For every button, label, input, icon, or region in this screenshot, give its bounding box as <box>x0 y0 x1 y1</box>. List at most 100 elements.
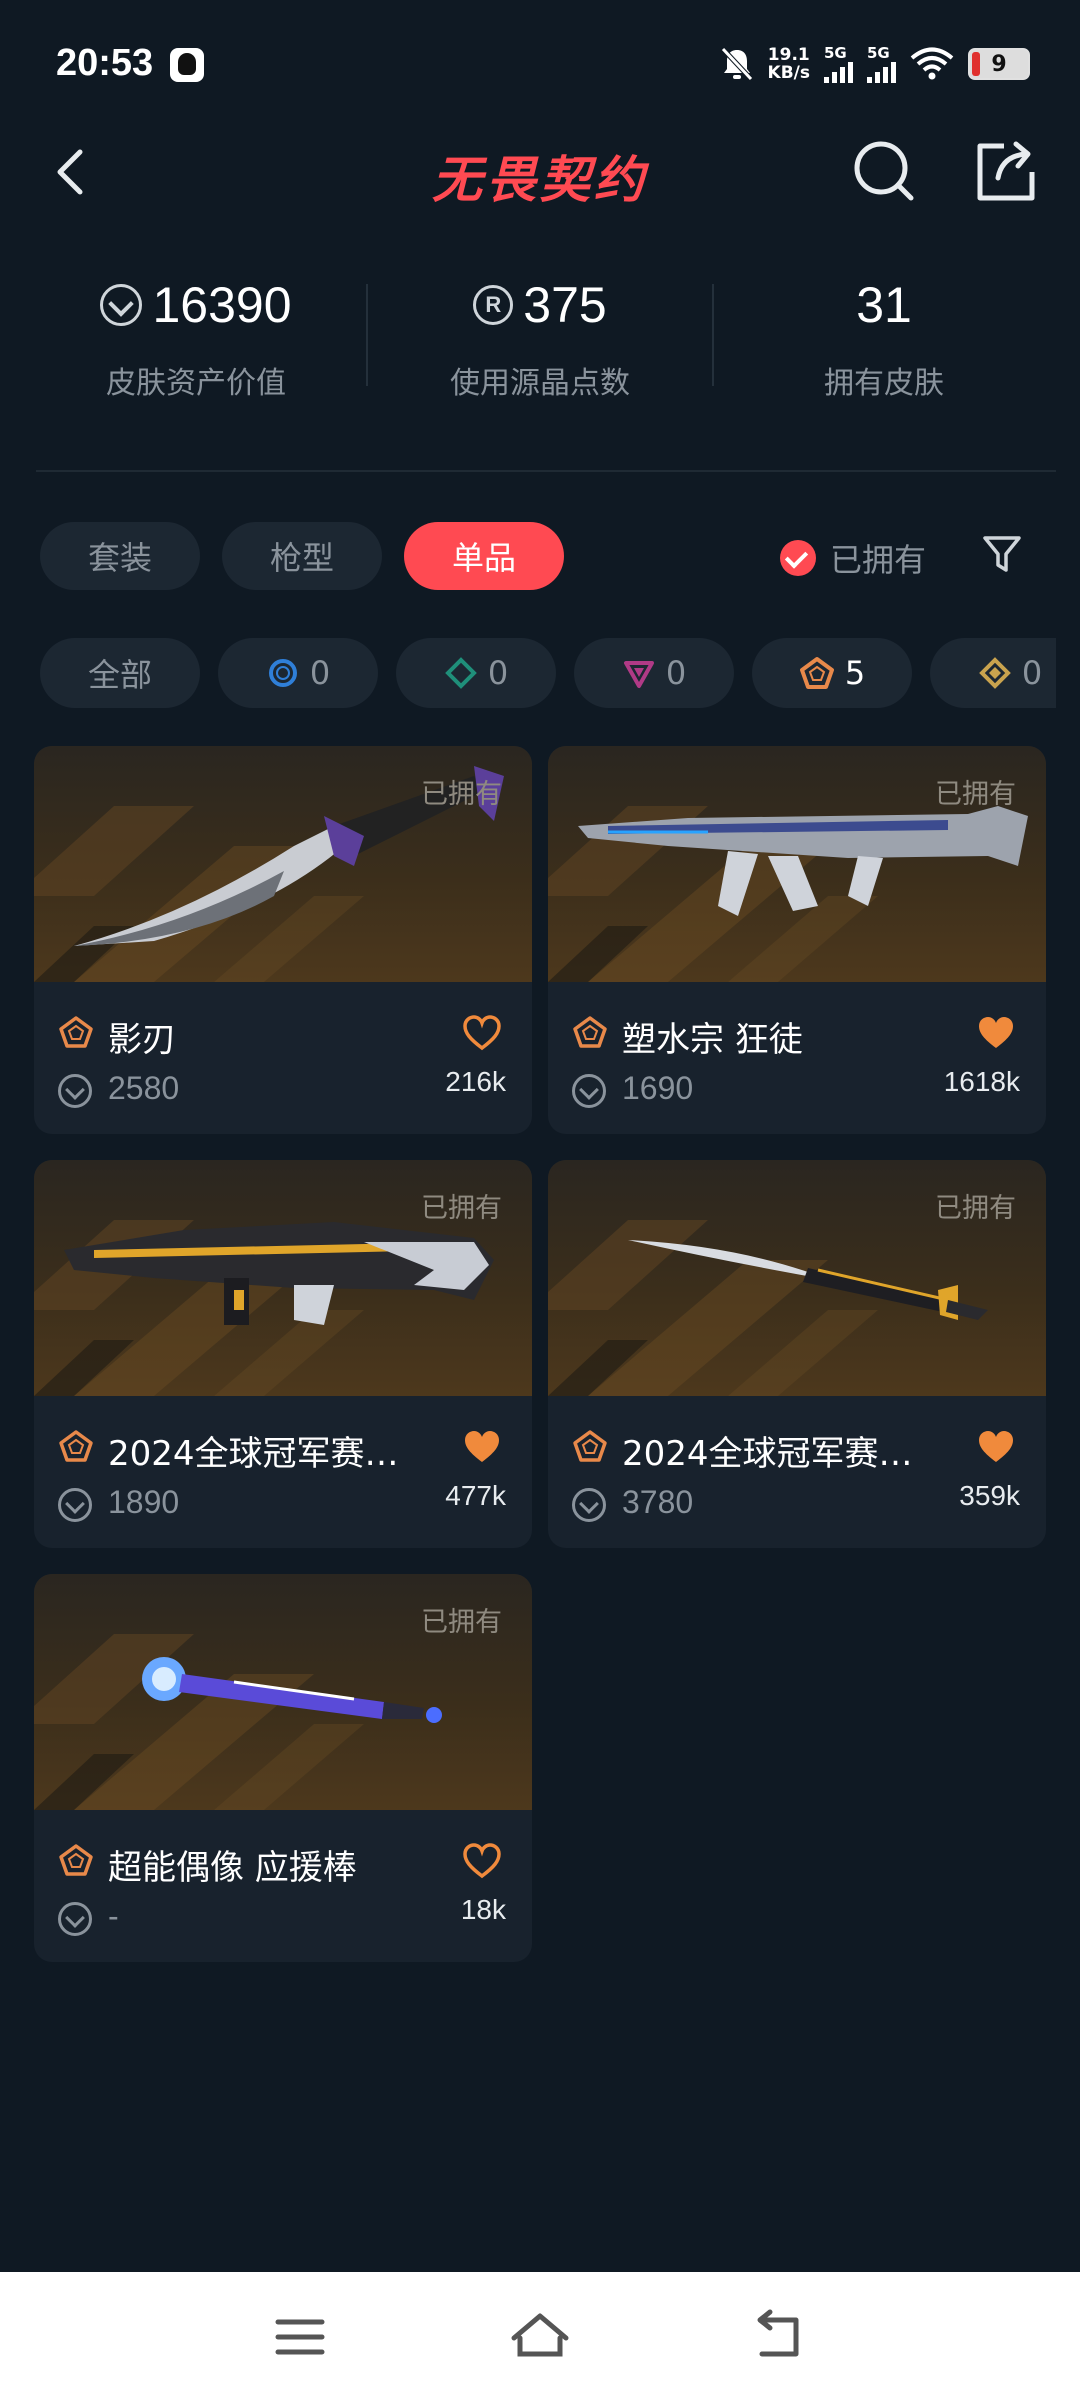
heart-outline-icon[interactable] <box>462 1014 502 1052</box>
heart-filled-icon[interactable] <box>976 1014 1016 1052</box>
chip-exclusive-tier[interactable]: 5 <box>752 638 912 708</box>
heart-filled-icon[interactable] <box>976 1428 1016 1466</box>
deluxe-tier-icon <box>444 657 477 689</box>
share-icon[interactable] <box>968 132 1044 208</box>
chip-premium-tier[interactable]: 0 <box>574 638 734 708</box>
stat-label: 皮肤资产价值 <box>106 366 286 401</box>
chip-count: 0 <box>309 654 331 692</box>
skin-name: 塑水宗 狂徒 <box>622 1020 803 1060</box>
stat-value: 31 <box>856 277 912 333</box>
skin-name: 超能偶像 应援棒 <box>108 1848 357 1888</box>
like-count: 18k <box>460 1894 506 1925</box>
system-nav-bar <box>0 2272 1080 2400</box>
vp-coin-icon <box>572 1074 606 1108</box>
skin-price: - <box>108 1898 119 1934</box>
tab-single-items[interactable]: 单品 <box>404 522 564 590</box>
section-divider <box>36 470 1056 472</box>
stat-owned-skins-row: 31 <box>714 270 1054 340</box>
like-count: 359k <box>959 1480 1020 1511</box>
exclusive-tier-icon <box>573 1430 607 1462</box>
battery-icon: 9 <box>968 48 1030 80</box>
owned-label: 已拥有 <box>935 1193 1016 1224</box>
skin-info: 塑水宗 狂徒 1690 1618k <box>548 982 1046 1134</box>
stat-label: 使用源晶点数 <box>450 366 630 401</box>
skin-name: 2024全球冠军赛… <box>622 1434 913 1474</box>
heart-filled-icon[interactable] <box>462 1428 502 1466</box>
owned-label: 已拥有 <box>421 1193 502 1224</box>
owned-label: 已拥有 <box>421 779 502 810</box>
chip-count: 0 <box>1021 654 1043 692</box>
sim1-label: 5G <box>824 44 847 62</box>
skin-info: 2024全球冠军赛… 1890 477k <box>34 1396 532 1548</box>
like-count: 216k <box>445 1066 506 1097</box>
signal-sim1: 5G <box>824 45 853 83</box>
skin-info: 超能偶像 应援棒 - 18k <box>34 1810 532 1962</box>
signal-bars-icon <box>824 61 853 83</box>
back-nav-icon[interactable] <box>740 2302 820 2372</box>
status-time: 20:53 <box>56 42 154 84</box>
stat-radianite: R 375 使用源晶点数 <box>370 270 710 402</box>
skin-price: 1890 <box>108 1484 180 1520</box>
menu-icon[interactable] <box>260 2302 340 2372</box>
wifi-icon <box>910 47 954 80</box>
skin-image: 已拥有 <box>34 1160 532 1396</box>
category-tabs: 套装 枪型 单品 <box>40 522 564 590</box>
skin-card[interactable]: 已拥有 2024全球冠军赛… 1890 477k <box>34 1160 532 1548</box>
vp-coin-icon <box>58 1488 92 1522</box>
skin-name: 2024全球冠军赛… <box>108 1434 399 1474</box>
chip-ultra-tier[interactable]: 0 <box>930 638 1056 708</box>
skin-image: 已拥有 <box>548 1160 1046 1396</box>
skin-card[interactable]: 已拥有 影刃 2580 216k <box>34 746 532 1134</box>
stat-skin-value-row: 16390 <box>26 270 366 340</box>
signal-sim2: 5G <box>867 45 896 83</box>
skin-image: 已拥有 <box>34 746 532 982</box>
like-count: 477k <box>445 1480 506 1511</box>
like-count: 1618k <box>943 1066 1020 1097</box>
home-icon[interactable] <box>500 2302 580 2372</box>
skin-price: 3780 <box>622 1484 694 1520</box>
vp-coin-icon <box>100 284 143 326</box>
owned-filter-label: 已拥有 <box>830 541 927 579</box>
vp-coin-icon <box>58 1074 92 1108</box>
skin-info: 影刃 2580 216k <box>34 982 532 1134</box>
skin-image: 已拥有 <box>548 746 1046 982</box>
skin-card[interactable]: 已拥有 2024全球冠军赛… 3780 359k <box>548 1160 1046 1548</box>
tab-weapon-type[interactable]: 枪型 <box>222 522 382 590</box>
app-header: 无畏契约 <box>0 120 1080 220</box>
stat-skin-value: 16390 皮肤资产价值 <box>26 270 366 402</box>
status-bar: 20:53 19.1 KB/s 5G 5G 9 <box>0 0 1080 130</box>
battery-level: 9 <box>991 51 1007 77</box>
stat-label: 拥有皮肤 <box>824 366 944 401</box>
qq-notification-icon <box>170 48 204 82</box>
skin-info: 2024全球冠军赛… 3780 359k <box>548 1396 1046 1548</box>
tab-bundles[interactable]: 套装 <box>40 522 200 590</box>
radianite-icon: R <box>473 285 514 325</box>
stat-owned-skins: 31 拥有皮肤 <box>714 270 1054 402</box>
skin-price: 1690 <box>622 1070 694 1106</box>
skin-price: 2580 <box>108 1070 180 1106</box>
skin-card[interactable]: 已拥有 塑水宗 狂徒 1690 1618k <box>548 746 1046 1134</box>
exclusive-tier-icon <box>59 1016 93 1048</box>
chip-select-tier[interactable]: 0 <box>218 638 378 708</box>
exclusive-tier-icon <box>59 1430 93 1462</box>
skin-card[interactable]: 已拥有 超能偶像 应援棒 - 18k <box>34 1574 532 1962</box>
divider <box>366 284 368 386</box>
checkmark-icon <box>780 540 816 576</box>
sim2-label: 5G <box>867 44 890 62</box>
status-icons: 19.1 KB/s 5G 5G 9 <box>720 42 1030 86</box>
chip-all[interactable]: 全部 <box>40 638 200 708</box>
heart-outline-icon[interactable] <box>462 1842 502 1880</box>
search-icon[interactable] <box>845 132 921 208</box>
chip-count: 5 <box>844 654 866 692</box>
owned-filter-toggle[interactable]: 已拥有 <box>780 535 926 581</box>
owned-label: 已拥有 <box>935 779 1016 810</box>
network-speed-value: 19.1 <box>767 45 810 65</box>
filter-icon[interactable] <box>980 532 1024 576</box>
network-speed-unit: KB/s <box>767 63 810 83</box>
chip-deluxe-tier[interactable]: 0 <box>396 638 556 708</box>
rarity-filter-chips: 全部 0 0 0 5 0 <box>40 638 1056 708</box>
ultra-tier-icon <box>978 657 1011 689</box>
network-speed: 19.1 KB/s <box>768 46 810 82</box>
mute-bell-icon <box>720 47 753 81</box>
select-tier-icon <box>268 659 297 687</box>
